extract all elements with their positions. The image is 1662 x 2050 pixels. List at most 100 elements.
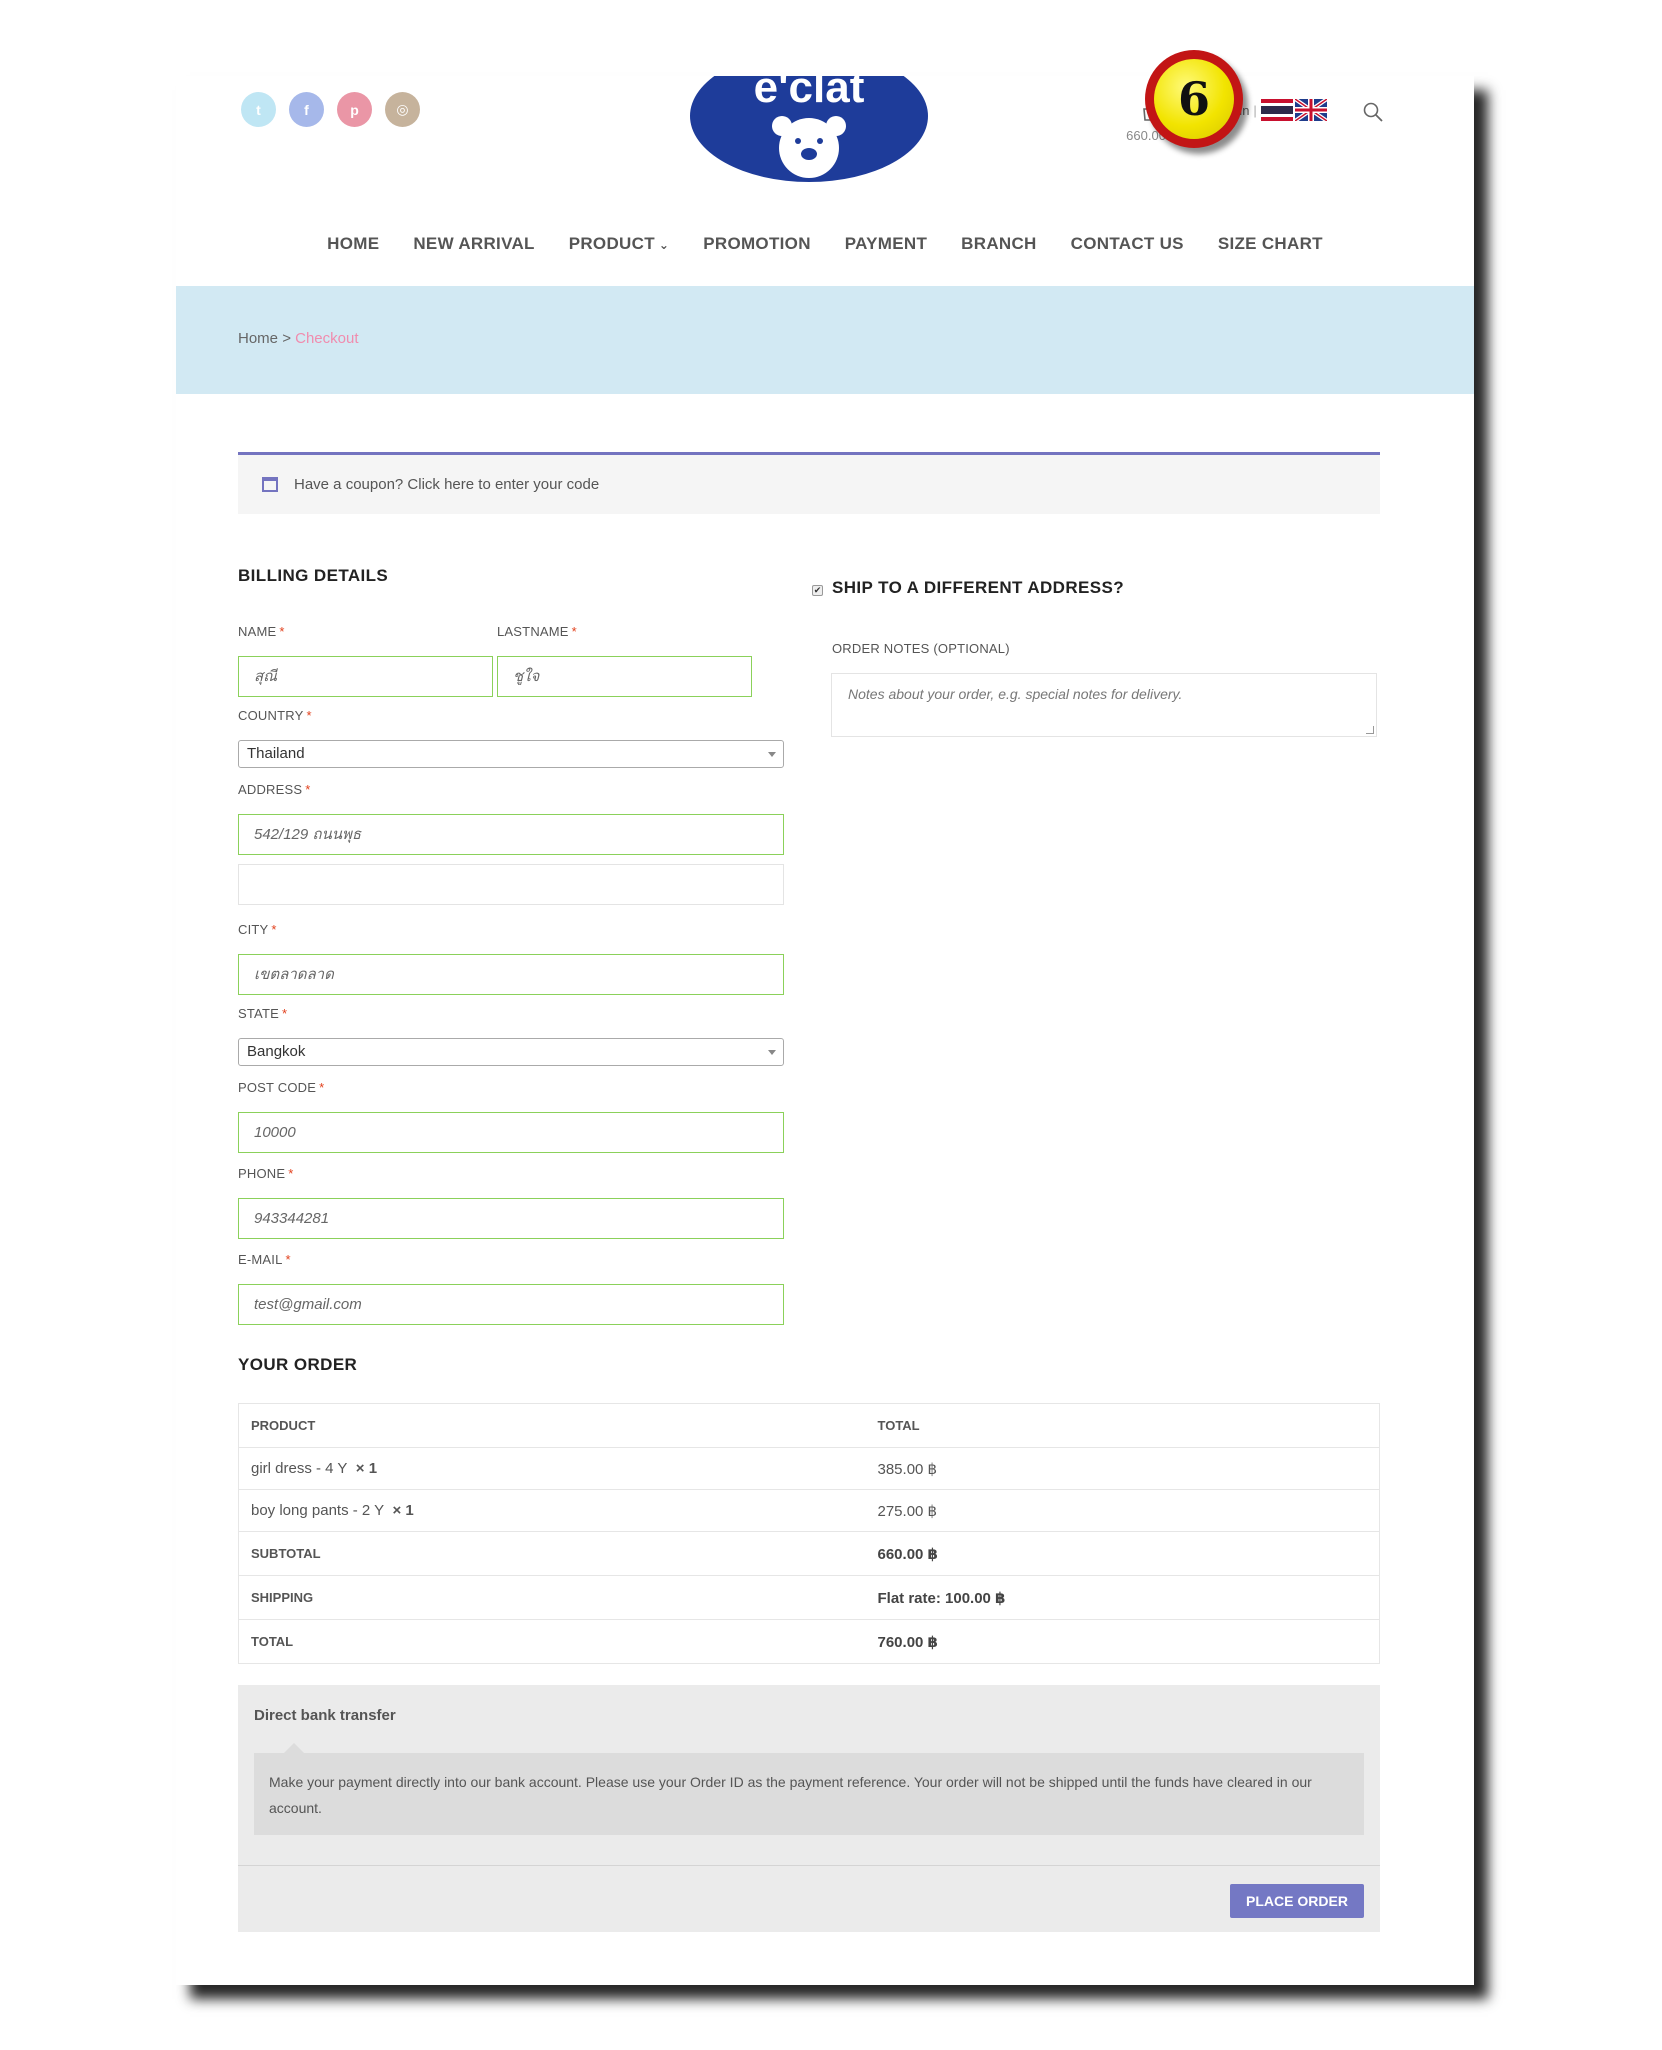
item-total: 275.00 ฿ [865,1489,1380,1532]
chevron-down-icon: ⌄ [658,238,670,252]
country-select[interactable]: Thailand [238,740,784,768]
search-icon[interactable] [1362,101,1384,123]
product-column-header: PRODUCT [238,1403,866,1448]
address-label-text: ADDRESS [238,782,303,797]
phone-field[interactable]: 943344281 [238,1198,784,1239]
required-mark: * [305,782,311,797]
nav-new-arrival[interactable]: NEW ARRIVAL [413,234,534,254]
breadcrumb-bar: Home > Checkout [176,286,1474,394]
city-label-text: CITY [238,922,269,937]
email-label: E-MAIL * [238,1252,291,1267]
address-field[interactable]: 542/129 ถนนพุธ [238,814,784,855]
required-mark: * [306,708,312,723]
eclat-logo[interactable]: e'clat [690,76,928,182]
breadcrumb-separator: > [282,330,291,347]
address-label: ADDRESS * [238,782,311,797]
step-marker: 6 [1145,50,1243,148]
nav-home[interactable]: HOME [327,234,379,254]
postcode-field[interactable]: 10000 [238,1112,784,1153]
country-value: Thailand [247,745,305,762]
nav-branch[interactable]: BRANCH [961,234,1036,254]
order-item: girl dress - 4 Y × 1 [238,1447,866,1490]
social-links: t f p ◎ [241,92,420,127]
total-column-header: TOTAL [865,1403,1380,1448]
country-label-text: COUNTRY [238,708,304,723]
item-qty: × 1 [355,1460,378,1477]
phone-label: PHONE * [238,1166,294,1181]
required-mark: * [281,1006,288,1021]
country-label: COUNTRY * [238,708,312,723]
billing-title: BILLING DETAILS [238,566,389,585]
breadcrumb-home[interactable]: Home [238,330,278,347]
shipping-label: SHIPPING [238,1575,866,1620]
pinterest-icon[interactable]: p [337,92,372,127]
order-notes-label: ORDER NOTES (OPTIONAL) [832,641,1010,656]
breadcrumb: Home > Checkout [238,330,359,347]
table-row: boy long pants - 2 Y × 1 275.00 ฿ [238,1489,1380,1532]
payment-section: Direct bank transfer Make your payment d… [238,1685,1380,1932]
coupon-link[interactable]: Click here to enter your code [407,476,599,493]
city-field[interactable]: เขตลาดลาด [238,954,784,995]
total-value: 760.00 ฿ [865,1619,1380,1664]
state-value: Bangkok [247,1043,306,1060]
order-notes-placeholder: Notes about your order, e.g. special not… [848,686,1183,702]
postcode-label-text: POST CODE [238,1080,317,1095]
name-label-text: NAME [238,624,277,639]
nav-contact-us[interactable]: CONTACT US [1071,234,1184,254]
breadcrumb-current: Checkout [295,330,359,347]
nav-size-chart[interactable]: SIZE CHART [1218,234,1323,254]
required-mark: * [319,1080,325,1095]
email-label-text: E-MAIL [238,1252,283,1267]
logo-text: e'clat [754,76,865,112]
shipping-row: SHIPPING Flat rate: 100.00 ฿ [238,1575,1380,1620]
state-select[interactable]: Bangkok [238,1038,784,1066]
site-header: t f p ◎ e'clat 2 660.00 ฿ [176,76,1474,286]
postcode-label: POST CODE * [238,1080,324,1095]
facebook-icon[interactable]: f [289,92,324,127]
main-nav: HOME NEW ARRIVAL PRODUCT ⌄ PROMOTION PAYM… [176,234,1474,254]
required-mark: * [285,1252,291,1267]
lastname-label: LASTNAME * [497,624,577,639]
required-mark: * [279,624,285,639]
dropdown-arrow-icon [768,752,776,757]
checkout-page: t f p ◎ e'clat 2 660.00 ฿ [176,76,1474,1985]
email-field[interactable]: test@gmail.com [238,1284,784,1325]
language-switcher [1261,99,1327,121]
calendar-icon [262,477,278,492]
address2-field[interactable] [238,864,784,905]
nav-promotion[interactable]: PROMOTION [703,234,811,254]
order-item: boy long pants - 2 Y × 1 [238,1489,866,1532]
place-order-button[interactable]: PLACE ORDER [1230,1884,1364,1918]
ship-different-title: SHIP TO A DIFFERENT ADDRESS? [832,578,1125,597]
subtotal-value: 660.00 ฿ [865,1531,1380,1576]
thai-flag-icon[interactable] [1261,99,1293,121]
resize-handle-icon[interactable] [1366,726,1374,734]
subtotal-row: SUBTOTAL 660.00 ฿ [238,1531,1380,1576]
required-mark: * [571,624,577,639]
dropdown-arrow-icon [768,1050,776,1055]
nav-payment[interactable]: PAYMENT [845,234,927,254]
item-qty: × 1 [392,1502,414,1519]
uk-flag-icon[interactable] [1295,99,1327,121]
name-field[interactable]: สุณี [238,656,493,697]
order-notes-textarea[interactable]: Notes about your order, e.g. special not… [831,673,1377,737]
lastname-label-text: LASTNAME [497,624,569,639]
required-mark: * [271,922,277,937]
state-label: STATE * [238,1006,287,1021]
phone-label-text: PHONE [238,1166,286,1181]
coupon-text: Have a coupon? [294,476,404,493]
nav-product-label: PRODUCT [568,234,655,253]
instagram-icon[interactable]: ◎ [385,92,420,127]
item-name: boy long pants - 2 Y [251,1502,385,1519]
state-label-text: STATE [238,1006,279,1021]
lastname-field[interactable]: ชูใจ [497,656,752,697]
twitter-icon[interactable]: t [241,92,276,127]
total-label: TOTAL [238,1619,866,1664]
name-label: NAME * [238,624,285,639]
city-label: CITY * [238,922,277,937]
ship-different-checkbox[interactable]: ✔ [812,585,823,596]
payment-method-title[interactable]: Direct bank transfer [254,1707,396,1724]
your-order-title: YOUR ORDER [238,1355,358,1374]
nav-product[interactable]: PRODUCT ⌄ [569,234,670,254]
item-name: girl dress - 4 Y [251,1460,348,1477]
